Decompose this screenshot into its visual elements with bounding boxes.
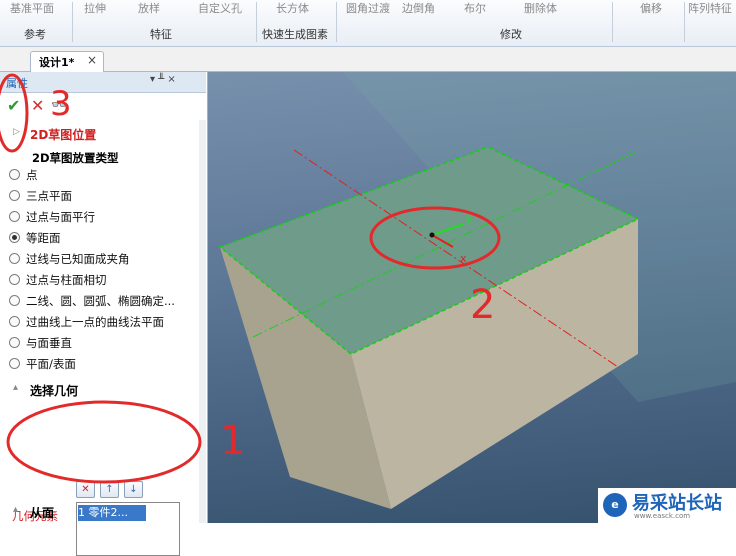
site-watermark-logo: e 易采站长站 www.easck.com bbox=[598, 488, 736, 523]
annotation-number-2: 2 bbox=[470, 282, 496, 328]
annotation-number-1: 1 bbox=[220, 418, 246, 464]
annotation-number-3: 3 bbox=[50, 84, 72, 124]
watermark-url: www.easck.com bbox=[634, 512, 691, 520]
annotation-circle-3 bbox=[0, 73, 29, 153]
watermark-logo-icon: e bbox=[603, 493, 627, 517]
annotation-circle-1 bbox=[6, 400, 202, 484]
annotation-overlay bbox=[0, 73, 202, 484]
